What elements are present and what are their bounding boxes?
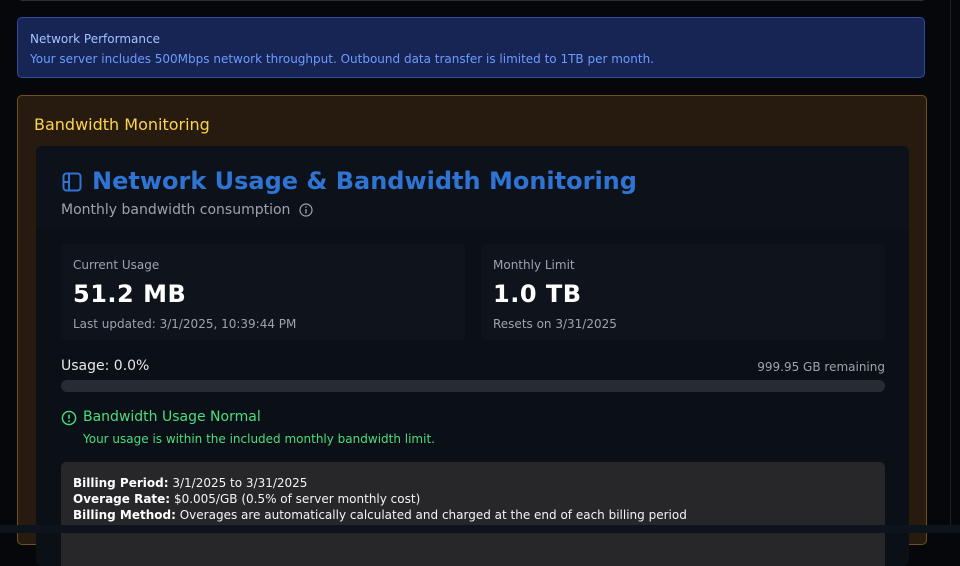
card-title: Network Usage & Bandwidth Monitoring [92,167,637,195]
previous-card [17,0,927,1]
network-performance-alert: Network Performance Your server includes… [17,17,925,78]
card-subtitle: Monthly bandwidth consumption [61,202,313,218]
status-text: Your usage is within the included monthl… [83,432,435,446]
billing-period-row: Billing Period: 3/1/2025 to 3/31/2025 [73,475,873,491]
usage-remaining: 999.95 GB remaining [757,360,885,374]
alert-text: Your server includes 500Mbps network thr… [30,52,654,66]
usage-progress-bar [61,380,885,392]
overage-rate-value: $0.005/GB (0.5% of server monthly cost) [173,492,421,506]
status-title: Bandwidth Usage Normal [83,409,261,425]
billing-method-label: Billing Method: [73,508,176,522]
usage-percent-label: Usage: 0.0% [61,358,150,374]
subtitle-text: Monthly bandwidth consumption [61,202,291,218]
monthly-limit-value: 1.0 TB [493,280,582,308]
monthly-limit-card: Monthly Limit 1.0 TB Resets on 3/31/2025 [481,244,885,340]
overage-rate-row: Overage Rate: $0.005/GB (0.5% of server … [73,491,873,507]
current-usage-card: Current Usage 51.2 MB Last updated: 3/1/… [61,244,465,340]
alert-circle-icon [61,410,77,426]
alert-title: Network Performance [30,32,160,46]
billing-method-row: Billing Method: Overages are automatical… [73,507,873,523]
network-icon [62,172,82,192]
bandwidth-monitoring-panel: Bandwidth Monitoring Network Usage & Ban… [17,95,927,566]
scrollbar-track[interactable] [950,0,951,533]
info-icon[interactable] [299,203,313,217]
billing-info-box: Billing Period: 3/1/2025 to 3/31/2025 Ov… [61,462,885,566]
last-updated: Last updated: 3/1/2025, 10:39:44 PM [73,317,297,331]
billing-period-value: 3/1/2025 to 3/31/2025 [172,476,308,490]
current-usage-label: Current Usage [73,258,160,272]
bandwidth-heading: Bandwidth Monitoring [34,115,210,134]
billing-period-label: Billing Period: [73,476,169,490]
billing-method-value: Overages are automatically calculated an… [179,508,687,522]
bottom-bar [0,525,960,533]
network-usage-card: Network Usage & Bandwidth Monitoring Mon… [36,146,909,566]
card-header: Network Usage & Bandwidth Monitoring Mon… [36,146,909,229]
monthly-limit-label: Monthly Limit [493,258,575,272]
overage-rate-label: Overage Rate: [73,492,171,506]
resets-date: Resets on 3/31/2025 [493,317,617,331]
current-usage-value: 51.2 MB [73,280,187,308]
